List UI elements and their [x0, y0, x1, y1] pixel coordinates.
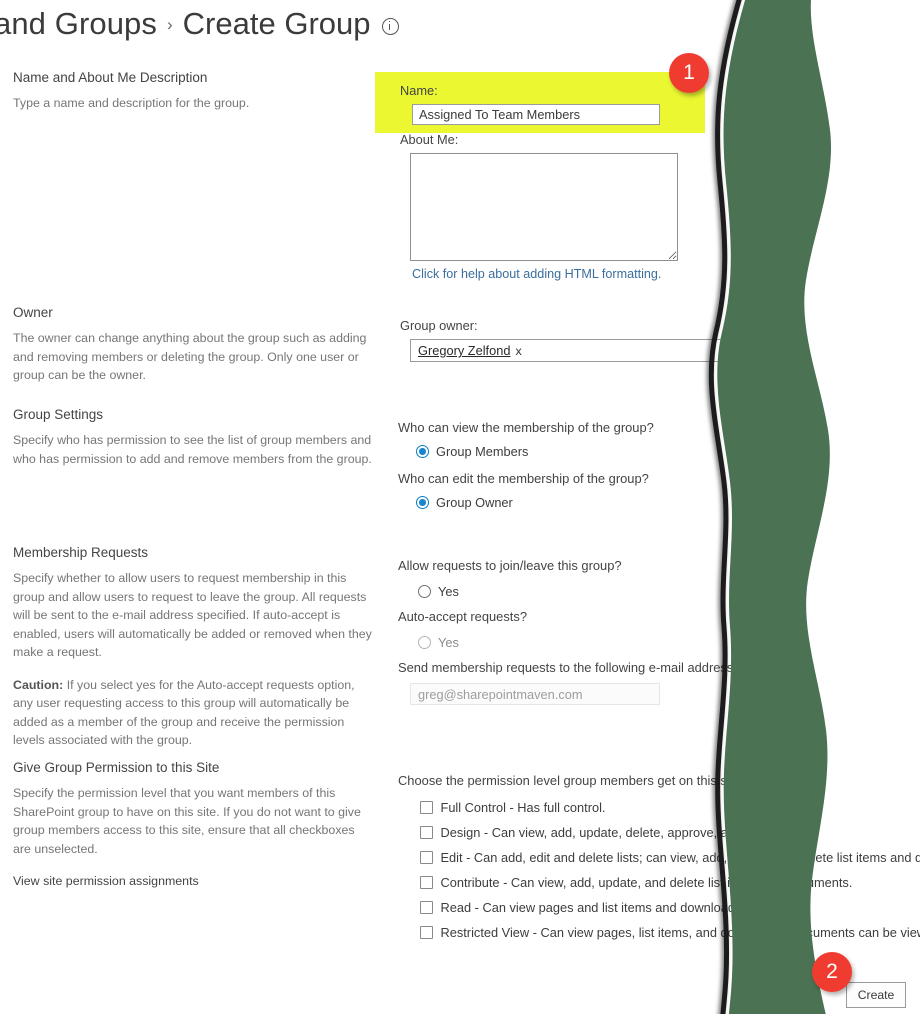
section-description: Specify the permission level that you wa…: [13, 786, 361, 856]
section-site-permission: Give Group Permission to this Site Speci…: [13, 760, 375, 890]
request-email-value: greg@sharepointmaven.com: [418, 686, 583, 702]
group-owner-label: Group owner:: [400, 318, 478, 333]
about-me-label: About Me:: [400, 132, 459, 147]
group-owner-field-group: Group owner: Gregory Zelfond x: [400, 318, 755, 362]
breadcrumb-separator-icon: ›: [167, 15, 173, 34]
section-title: Membership Requests: [13, 545, 149, 560]
name-input[interactable]: [412, 104, 660, 125]
radio-auto-accept-yes[interactable]: Yes: [418, 635, 527, 650]
permission-checkbox-row[interactable]: Edit - Can add, edit and delete lists; c…: [420, 845, 920, 870]
radio-icon[interactable]: [418, 585, 431, 598]
group-owner-input[interactable]: Gregory Zelfond x: [410, 339, 755, 362]
section-title: Name and About Me Description: [13, 70, 208, 85]
section-membership-requests: Membership Requests Specify whether to a…: [13, 545, 375, 750]
section-description: The owner can change anything about the …: [13, 331, 367, 382]
radio-label: Yes: [438, 584, 459, 599]
permission-checkbox-list: Full Control - Has full control. Design …: [420, 795, 920, 945]
auto-accept-group: Auto-accept requests? Yes: [398, 609, 527, 650]
section-owner: Owner The owner can change anything abou…: [13, 305, 375, 385]
breadcrumb: and Groups › Create Group: [0, 0, 399, 48]
allow-requests-question: Allow requests to join/leave this group?: [398, 558, 622, 573]
view-site-permission-assignments-link[interactable]: View site permission assignments: [13, 874, 199, 888]
permission-level-group: Choose the permission level group member…: [398, 773, 920, 945]
permission-label: Contribute - Can view, add, update, and …: [440, 875, 853, 890]
request-email-input[interactable]: greg@sharepointmaven.com: [410, 683, 660, 705]
request-email-group: Send membership requests to the followin…: [398, 660, 737, 705]
info-icon[interactable]: [381, 17, 399, 35]
annotation-badge-1: 1: [669, 53, 709, 93]
section-title: Owner: [13, 305, 53, 320]
view-membership-group: Who can view the membership of the group…: [398, 420, 654, 459]
checkbox-icon[interactable]: [420, 926, 433, 939]
radio-icon[interactable]: [418, 636, 431, 649]
radio-icon[interactable]: [416, 445, 429, 458]
radio-label: Group Owner: [436, 495, 513, 510]
permission-label: Design - Can view, add, update, delete, …: [440, 825, 807, 840]
section-title: Group Settings: [13, 407, 104, 422]
name-field-group: Name:: [400, 83, 660, 125]
checkbox-icon[interactable]: [420, 901, 433, 914]
permission-checkbox-row[interactable]: Design - Can view, add, update, delete, …: [420, 820, 920, 845]
permission-heading: Choose the permission level group member…: [398, 773, 814, 788]
about-me-textarea[interactable]: [410, 153, 678, 261]
allow-requests-group: Allow requests to join/leave this group?…: [398, 558, 622, 599]
request-email-question: Send membership requests to the followin…: [398, 660, 737, 675]
name-label: Name:: [400, 83, 438, 98]
permission-label: Full Control - Has full control.: [440, 800, 606, 815]
group-owner-value: Gregory Zelfond: [418, 343, 511, 358]
radio-allow-requests-yes[interactable]: Yes: [418, 584, 622, 599]
create-button[interactable]: Create: [846, 982, 906, 1008]
permission-checkbox-row[interactable]: Contribute - Can view, add, update, and …: [420, 870, 920, 895]
about-me-field-group: About Me: Click for help about adding HT…: [400, 132, 678, 283]
section-title: Give Group Permission to this Site: [13, 760, 220, 775]
html-formatting-help-link[interactable]: Click for help about adding HTML formatt…: [412, 267, 661, 281]
section-group-settings: Group Settings Specify who has permissio…: [13, 407, 375, 468]
remove-owner-icon[interactable]: x: [515, 344, 521, 358]
radio-label: Group Members: [436, 444, 529, 459]
radio-label: Yes: [438, 635, 459, 650]
caution-label: Caution:: [13, 677, 64, 692]
create-group-page: and Groups › Create Group Name and About…: [0, 0, 920, 1014]
permission-label: Edit - Can add, edit and delete lists; c…: [440, 850, 920, 865]
radio-group-owner[interactable]: Group Owner: [416, 495, 649, 510]
section-caution: Caution: If you select yes for the Auto-…: [13, 676, 375, 750]
checkbox-icon[interactable]: [420, 851, 433, 864]
view-membership-question: Who can view the membership of the group…: [398, 420, 654, 435]
annotation-badge-2: 2: [812, 952, 852, 992]
section-description: Specify whether to allow users to reques…: [13, 571, 372, 659]
section-name-description: Name and About Me Description Type a nam…: [13, 70, 375, 113]
edit-membership-question: Who can edit the membership of the group…: [398, 471, 649, 486]
edit-membership-group: Who can edit the membership of the group…: [398, 471, 649, 510]
checkbox-icon[interactable]: [420, 801, 433, 814]
auto-accept-question: Auto-accept requests?: [398, 609, 527, 624]
permission-checkbox-row[interactable]: Restricted View - Can view pages, list i…: [420, 920, 920, 945]
permission-checkbox-row[interactable]: Full Control - Has full control.: [420, 795, 920, 820]
radio-group-members[interactable]: Group Members: [416, 444, 654, 459]
permission-label: Restricted View - Can view pages, list i…: [440, 925, 920, 940]
permission-label: Read - Can view pages and list items and…: [440, 900, 805, 915]
caution-text: If you select yes for the Auto-accept re…: [13, 677, 355, 748]
checkbox-icon[interactable]: [420, 826, 433, 839]
section-description: Specify who has permission to see the li…: [13, 433, 372, 466]
breadcrumb-parent[interactable]: and Groups: [0, 6, 157, 42]
checkbox-icon[interactable]: [420, 876, 433, 889]
permission-checkbox-row[interactable]: Read - Can view pages and list items and…: [420, 895, 920, 920]
radio-icon[interactable]: [416, 496, 429, 509]
section-description: Type a name and description for the grou…: [13, 96, 250, 110]
page-title: Create Group: [182, 6, 371, 41]
